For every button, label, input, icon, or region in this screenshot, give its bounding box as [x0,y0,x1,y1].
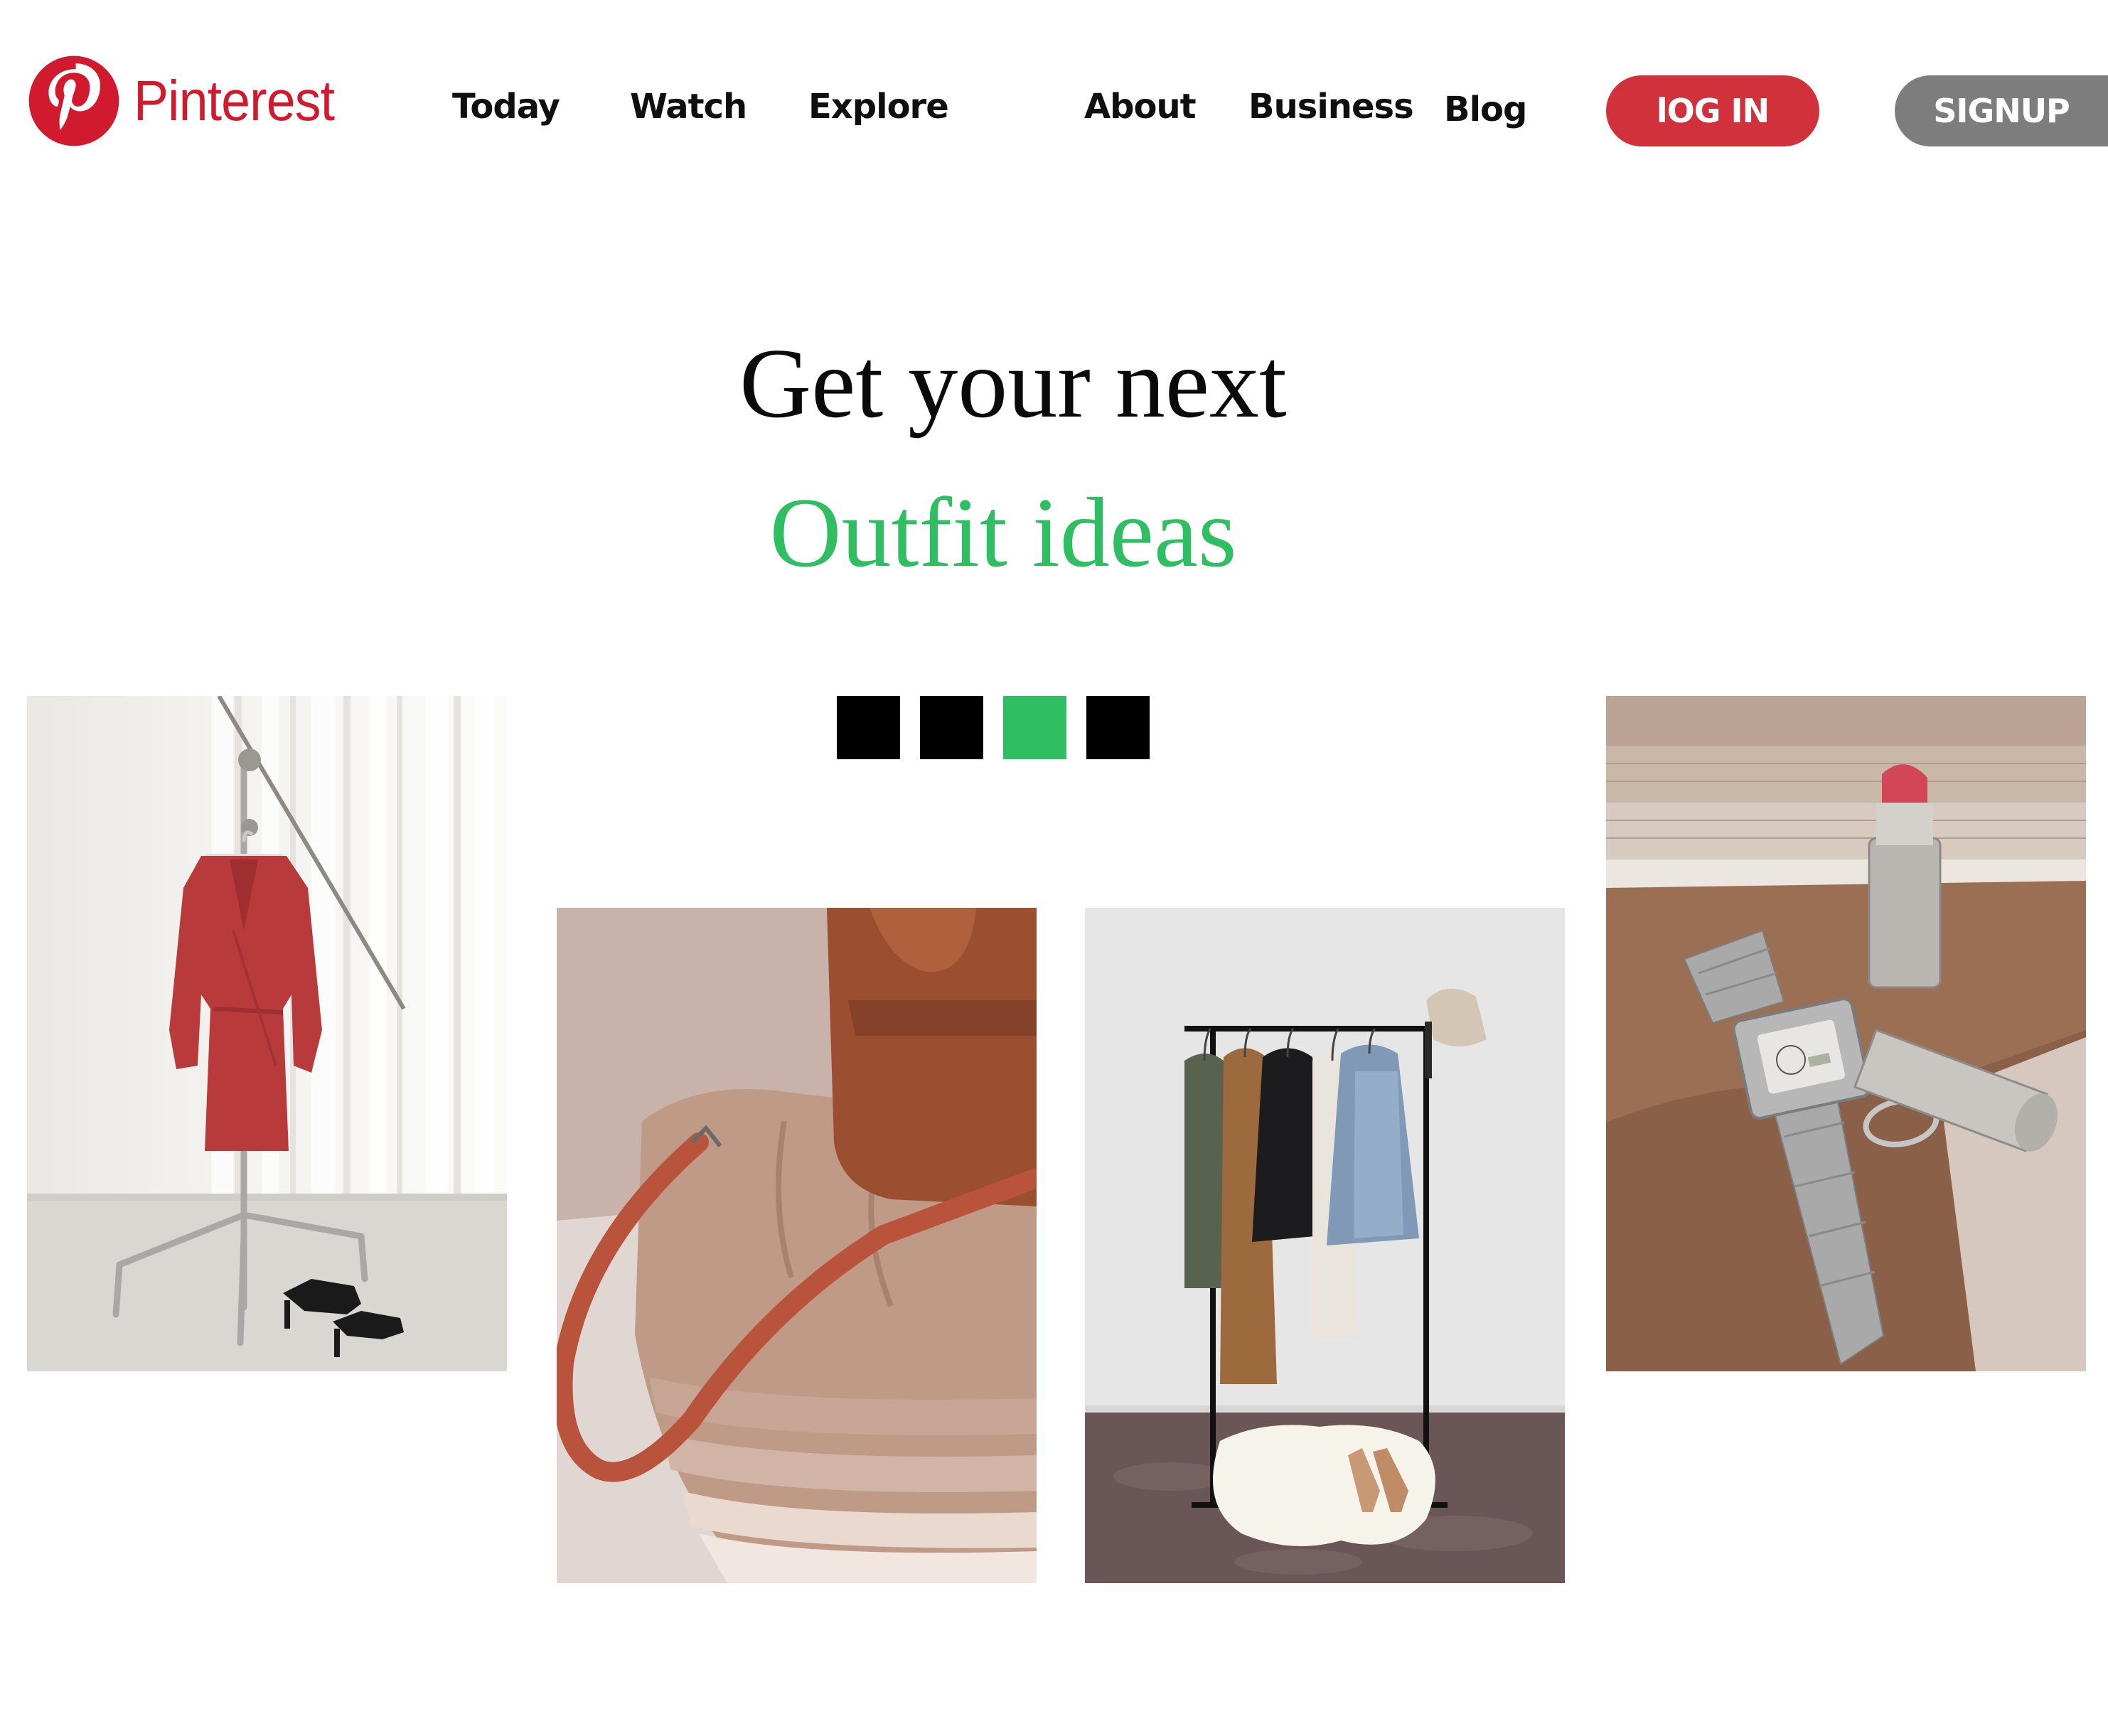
nav-link-business[interactable]: Business [1248,90,1414,124]
brown-leather-bag-on-folded-clothes-image [557,908,1037,1583]
outfit-photo-1[interactable] [27,696,507,1371]
signup-button-label: SIGNUP [1933,92,2070,130]
signup-button[interactable]: SIGNUP [1895,75,2108,146]
carousel-dot-2[interactable] [920,696,983,759]
carousel-indicators [837,696,1150,759]
nav-link-blog[interactable]: Blog [1444,92,1527,127]
red-dress-on-stand-image [27,696,507,1371]
silver-watch-and-lipstick-image [1606,696,2086,1371]
login-button[interactable]: lOG IN [1606,75,1819,146]
carousel-dot-1[interactable] [837,696,900,759]
nav-link-explore[interactable]: Explore [808,90,949,124]
nav-link-watch[interactable]: Watch [630,90,747,124]
nav-link-today[interactable]: Today [452,90,560,124]
pinterest-logo-icon [28,55,119,146]
carousel-dot-4[interactable] [1086,696,1150,759]
clothing-rack-with-jackets-image [1085,908,1565,1583]
login-button-label: lOG IN [1656,92,1770,130]
nav-link-about[interactable]: About [1084,90,1197,124]
brand-wordmark: Pinterest [134,69,335,132]
outfit-photo-2[interactable] [557,908,1037,1583]
pinterest-logo[interactable]: Pinterest [27,54,352,148]
carousel-dot-3[interactable] [1003,696,1066,759]
hero-heading: Get your next [739,328,1287,439]
outfit-photo-4[interactable] [1606,696,2086,1371]
outfit-photo-3[interactable] [1085,908,1565,1583]
hero-accent-heading: Outfit ideas [769,478,1237,588]
